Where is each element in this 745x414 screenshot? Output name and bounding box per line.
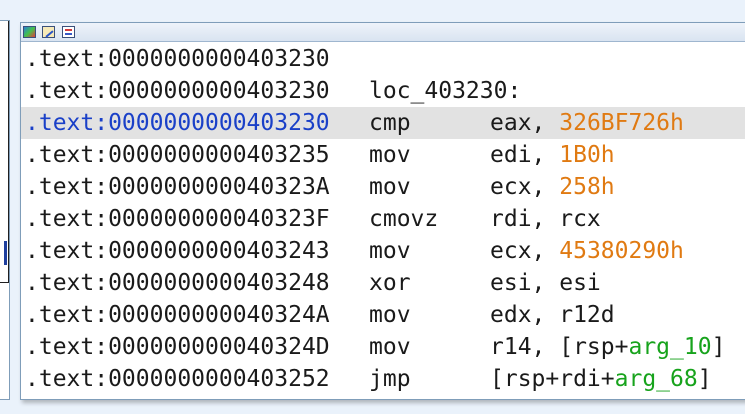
address-label[interactable]: .text:0000000000403248 (25, 267, 330, 299)
mnemonic[interactable]: cmovz (369, 203, 438, 235)
mnemonic[interactable]: mov (369, 331, 411, 363)
address-label[interactable]: .text:000000000040324D (25, 331, 330, 363)
mnemonic[interactable]: mov (369, 235, 411, 267)
operand-text: ecx, (490, 238, 560, 264)
window-toolbar (21, 23, 745, 42)
graph-view-icon[interactable] (23, 26, 36, 38)
operands[interactable]: edi, 1B0h (490, 139, 615, 171)
operand-text: rdi, rcx (490, 206, 601, 232)
operand-text: edx, r12d (490, 302, 615, 328)
address-label[interactable]: .text:000000000040323A (25, 171, 330, 203)
address-label[interactable]: .text:0000000000403230 (25, 107, 330, 139)
operands[interactable]: esi, esi (490, 267, 601, 299)
operand-text: eax, (490, 110, 560, 136)
immediate-value: 45380290h (559, 238, 684, 264)
operand-text: ] (697, 366, 712, 392)
immediate-value: 258h (559, 174, 615, 200)
code-line[interactable]: .text:0000000000403248 xor esi, esi (21, 267, 745, 299)
operand-text: r14, [rsp+ (490, 334, 629, 360)
code-line[interactable]: .text:0000000000403230 loc_403230: (21, 75, 745, 107)
operands[interactable]: [rsp+rdi+arg_68] (490, 363, 712, 395)
mnemonic[interactable]: mov (369, 171, 411, 203)
left-panel-fragment (0, 20, 10, 400)
disassembly-window[interactable]: .text:0000000000403230 .text:000000000040… (20, 22, 745, 400)
operand-text: edi, (490, 142, 560, 168)
edit-icon[interactable] (42, 26, 55, 38)
immediate-value: 1B0h (559, 142, 615, 168)
address-label[interactable]: .text:0000000000403252 (25, 363, 330, 395)
code-line[interactable]: .text:000000000040323A mov ecx, 258h (21, 171, 745, 203)
code-line[interactable]: .text:0000000000403243 mov ecx, 45380290h (21, 235, 745, 267)
code-line[interactable]: .text:0000000000403235 mov edi, 1B0h (21, 139, 745, 171)
address-label[interactable]: .text:0000000000403230 (25, 43, 330, 75)
operand-text: ] (711, 334, 726, 360)
symbol-name[interactable]: arg_68 (615, 366, 698, 392)
operands[interactable]: r14, [rsp+arg_10] (490, 331, 725, 363)
address-label[interactable]: .text:0000000000403235 (25, 139, 330, 171)
mnemonic[interactable]: xor (369, 267, 411, 299)
list-view-icon[interactable] (62, 26, 75, 38)
address-label[interactable]: .text:0000000000403230 (25, 75, 330, 107)
immediate-value: 326BF726h (559, 110, 684, 136)
symbol-name[interactable]: arg_10 (628, 334, 711, 360)
operands[interactable]: edx, r12d (490, 299, 615, 331)
code-line[interactable]: .text:000000000040324A mov edx, r12d (21, 299, 745, 331)
mnemonic[interactable]: mov (369, 139, 411, 171)
mnemonic[interactable]: mov (369, 299, 411, 331)
operands[interactable]: ecx, 258h (490, 171, 615, 203)
code-line[interactable]: .text:0000000000403230 (21, 43, 745, 75)
address-label[interactable]: .text:0000000000403243 (25, 235, 330, 267)
operands[interactable]: rdi, rcx (490, 203, 601, 235)
operand-text: ecx, (490, 174, 560, 200)
code-label[interactable]: loc_403230: (369, 75, 521, 107)
operands[interactable]: ecx, 45380290h (490, 235, 684, 267)
operand-text: esi, esi (490, 270, 601, 296)
mnemonic[interactable]: jmp (369, 363, 411, 395)
operand-text: [rsp+rdi+ (490, 366, 615, 392)
mnemonic[interactable]: cmp (369, 107, 411, 139)
code-line[interactable]: .text:000000000040324D mov r14, [rsp+arg_1… (21, 331, 745, 363)
disassembly-listing[interactable]: .text:0000000000403230 .text:000000000040… (21, 43, 745, 395)
address-label[interactable]: .text:000000000040324A (25, 299, 330, 331)
address-label[interactable]: .text:000000000040323F (25, 203, 330, 235)
operands[interactable]: eax, 326BF726h (490, 107, 684, 139)
code-line[interactable]: .text:000000000040323F cmovz rdi, rcx (21, 203, 745, 235)
left-panel-marker (4, 241, 7, 265)
code-line[interactable]: .text:0000000000403252 jmp [rsp+rdi+arg_68… (21, 363, 745, 395)
code-line[interactable]: .text:0000000000403230 cmp eax, 326BF726h (21, 107, 745, 139)
